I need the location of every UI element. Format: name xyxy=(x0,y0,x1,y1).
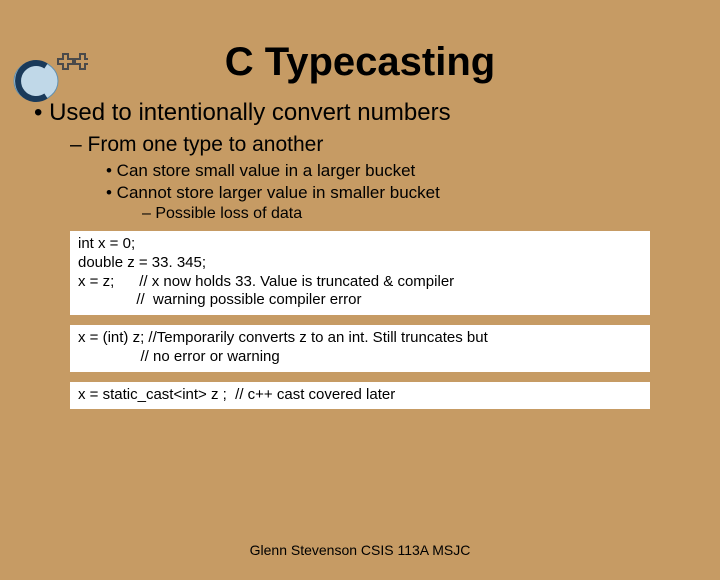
code-block-2: x = (int) z; //Temporarily converts z to… xyxy=(70,325,650,372)
slide-title: C Typecasting xyxy=(0,40,720,85)
cpp-logo xyxy=(8,46,88,106)
code-block-1: int x = 0; double z = 33. 345; x = z; //… xyxy=(70,231,650,315)
bullet-level-3: • Can store small value in a larger buck… xyxy=(106,161,686,181)
slide-footer: Glenn Stevenson CSIS 113A MSJC xyxy=(0,542,720,558)
code-block-3: x = static_cast<int> z ; // c++ cast cov… xyxy=(70,382,650,410)
bullet-level-2: – From one type to another xyxy=(70,133,686,157)
slide-body: • Used to intentionally convert numbers … xyxy=(0,99,720,409)
bullet-level-1: • Used to intentionally convert numbers xyxy=(34,99,686,127)
bullet-level-4: – Possible loss of data xyxy=(142,205,686,223)
bullet-level-3: • Cannot store larger value in smaller b… xyxy=(106,183,686,203)
